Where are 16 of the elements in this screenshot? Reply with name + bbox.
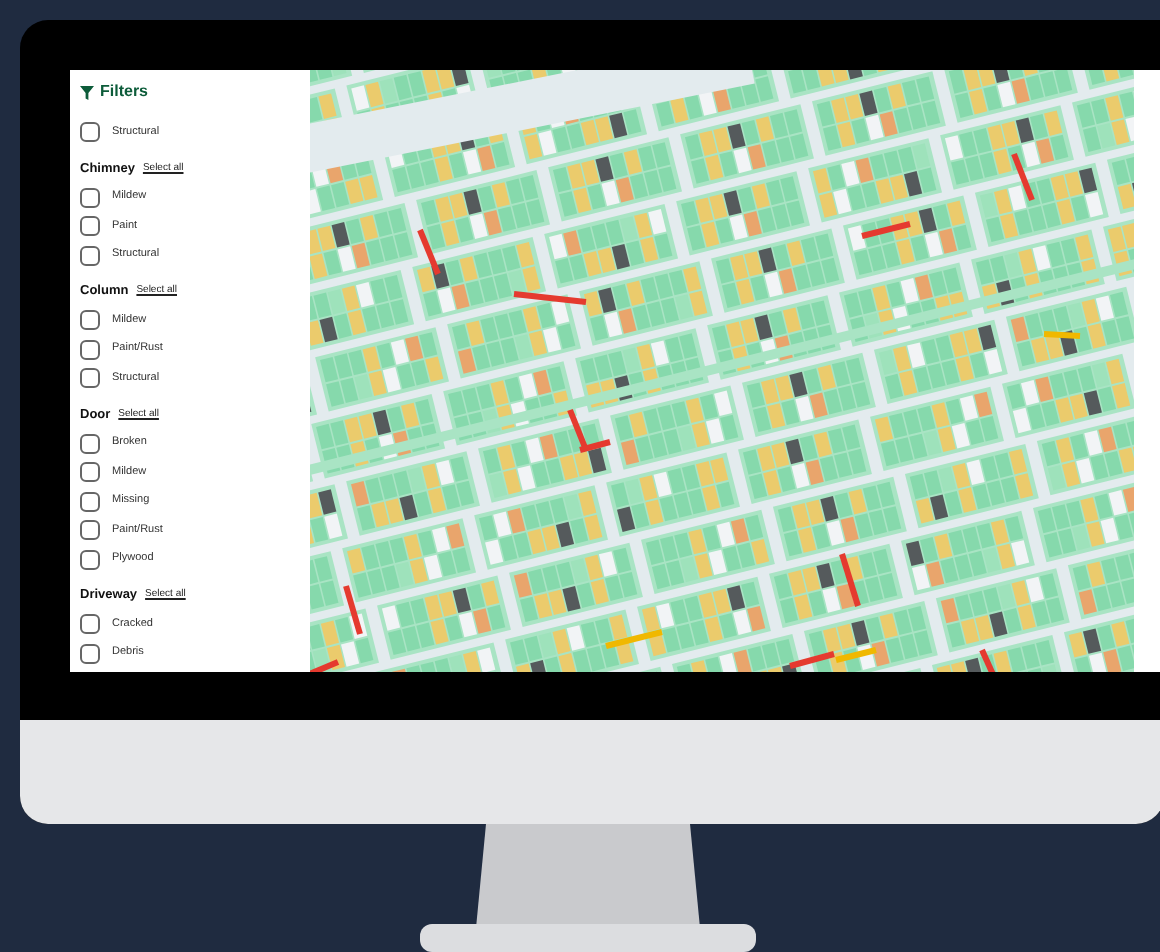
checkbox[interactable]: [80, 216, 100, 237]
checkbox[interactable]: [80, 339, 100, 360]
checkbox[interactable]: [80, 549, 100, 570]
checkbox[interactable]: [80, 368, 100, 389]
filters-title: Filters: [100, 82, 149, 102]
checkbox[interactable]: [80, 187, 100, 208]
checkbox[interactable]: [80, 614, 100, 635]
checkbox[interactable]: [80, 122, 100, 143]
checkbox[interactable]: [80, 643, 100, 664]
checkbox[interactable]: [80, 310, 100, 331]
checkbox[interactable]: [80, 462, 100, 483]
checkbox[interactable]: [80, 520, 100, 541]
filter-icon: [80, 85, 94, 99]
checkbox[interactable]: [80, 433, 100, 454]
checkbox[interactable]: [80, 491, 100, 512]
checkbox[interactable]: [80, 245, 100, 266]
